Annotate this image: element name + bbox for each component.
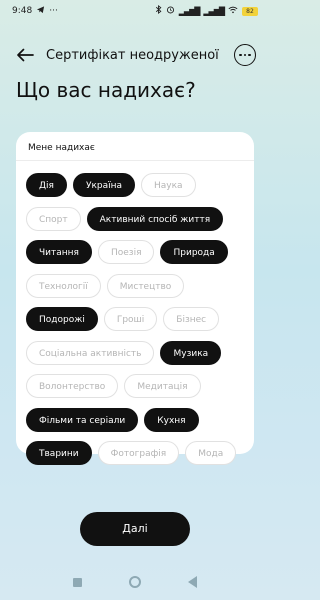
interest-chip[interactable]: Природа bbox=[160, 240, 228, 264]
dot-icon bbox=[248, 53, 251, 57]
interest-chip[interactable]: Музика bbox=[160, 340, 222, 365]
chip-list: Дія Україна Наука Спорт Активний спосіб житт… bbox=[16, 161, 254, 465]
status-bar: 9:48 ··· ▂▄▆█ ▂▄▆█ 82 bbox=[0, 0, 270, 22]
interest-chip[interactable]: Наука bbox=[141, 173, 196, 197]
interest-chip[interactable]: Дія bbox=[26, 173, 67, 197]
header-title: Сертифікат неодруженої bbox=[46, 47, 219, 63]
interest-chip[interactable]: Подорожі bbox=[26, 307, 98, 331]
home-icon[interactable] bbox=[128, 576, 141, 588]
interest-chip[interactable]: Соціальна активність bbox=[26, 340, 155, 365]
more-notifications-icon: ··· bbox=[49, 6, 58, 16]
interest-chip[interactable]: Кухня bbox=[144, 407, 199, 432]
signal-icon-1: ▂▄▆█ bbox=[178, 6, 201, 16]
alarm-icon bbox=[166, 5, 175, 17]
interest-chip[interactable]: Гроші bbox=[103, 307, 158, 331]
interest-chip[interactable]: Мистецтво bbox=[106, 273, 185, 298]
interest-chip[interactable]: Тварини bbox=[26, 441, 92, 465]
header: Сертифікат неодруженої bbox=[0, 40, 270, 70]
inspiration-card: Мене надихає Дія Україна Наука Спорт Активни… bbox=[16, 132, 254, 465]
wifi-icon bbox=[228, 6, 238, 17]
back-button[interactable] bbox=[14, 44, 36, 66]
interest-chip[interactable]: Технології bbox=[26, 273, 101, 298]
dot-icon bbox=[243, 53, 247, 57]
recent-apps-icon[interactable] bbox=[73, 577, 83, 587]
arrow-left-icon bbox=[17, 48, 34, 62]
interest-chip[interactable]: Україна bbox=[72, 173, 136, 197]
bluetooth-icon bbox=[155, 4, 162, 17]
more-options-button[interactable] bbox=[234, 44, 256, 66]
next-button[interactable]: Далі bbox=[80, 512, 190, 546]
interest-chip[interactable]: Волонтерство bbox=[26, 374, 119, 398]
interest-chip[interactable]: Активний спосіб життя bbox=[86, 206, 224, 231]
system-back-icon[interactable] bbox=[187, 576, 197, 588]
interest-chip[interactable]: Фотографія bbox=[97, 441, 180, 465]
system-nav-bar bbox=[0, 568, 270, 596]
signal-icon-2: ▂▄▆█ bbox=[203, 6, 225, 16]
interest-chip[interactable]: Медитація bbox=[124, 374, 201, 398]
battery-icon: 82 bbox=[242, 6, 258, 16]
interest-chip[interactable]: Поезія bbox=[97, 240, 155, 264]
interest-chip[interactable]: Бізнес bbox=[163, 307, 220, 331]
dot-icon bbox=[239, 53, 242, 57]
interest-chip[interactable]: Мода bbox=[185, 441, 237, 465]
page-title: Що вас надихає? bbox=[16, 78, 196, 102]
status-time: 9:48 bbox=[12, 6, 33, 16]
card-label: Мене надихає bbox=[28, 143, 95, 153]
interest-chip[interactable]: Фільми та серіали bbox=[26, 407, 139, 432]
interest-chip[interactable]: Спорт bbox=[26, 206, 81, 231]
interest-chip[interactable]: Читання bbox=[26, 240, 92, 264]
telegram-icon bbox=[36, 5, 45, 17]
